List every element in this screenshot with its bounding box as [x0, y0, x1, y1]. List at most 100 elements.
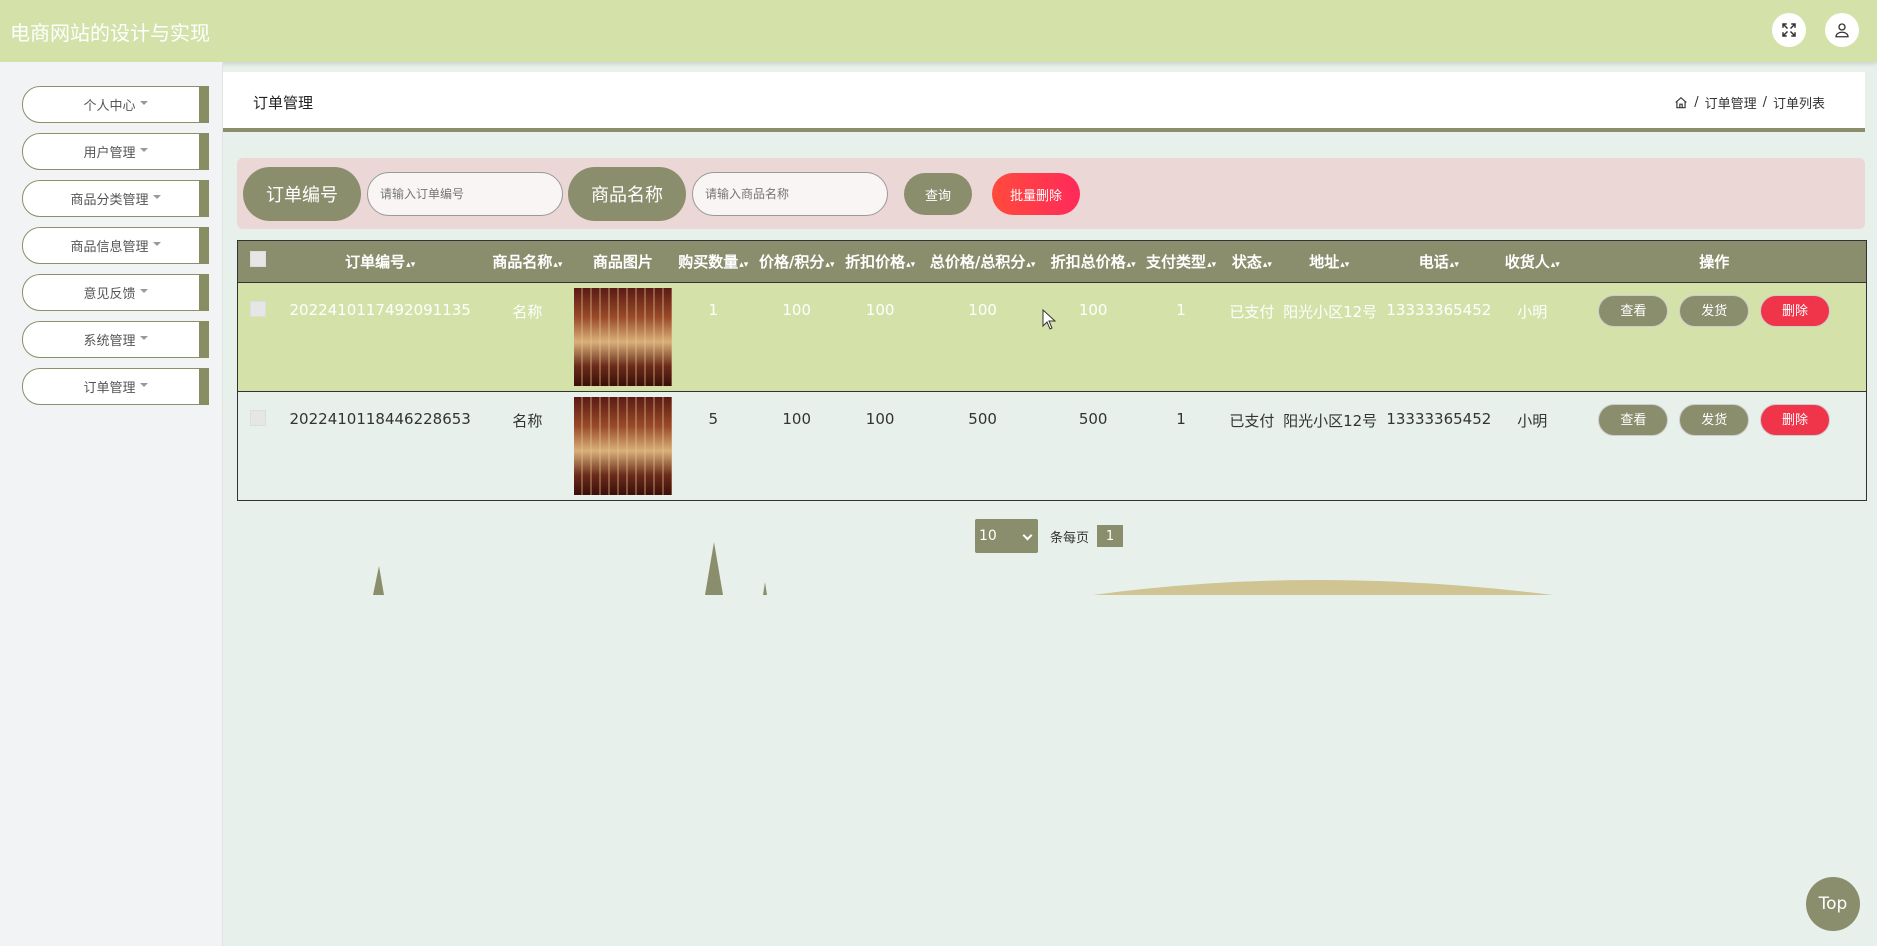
breadcrumb-separator: /: [1762, 95, 1767, 110]
address-cell: 阳光小区12号: [1283, 302, 1378, 321]
sort-icon[interactable]: ▴▾: [739, 260, 748, 270]
status-cell: 已支付: [1229, 302, 1275, 321]
column-header-discount-total[interactable]: 折扣总价格▴▾: [1045, 241, 1141, 282]
column-header-status[interactable]: 状态▴▾: [1221, 241, 1283, 282]
sidebar-item-category-management[interactable]: 商品分类管理: [22, 180, 209, 217]
discount-price-cell: 100: [865, 409, 895, 428]
sidebar-item-label: 商品信息管理: [70, 240, 149, 255]
page-header: 订单管理 / 订单管理 / 订单列表: [223, 72, 1865, 132]
query-button[interactable]: 查询: [904, 173, 972, 215]
batch-delete-button[interactable]: 批量删除: [992, 173, 1080, 215]
row-checkbox[interactable]: [250, 300, 267, 317]
status-cell: 已支付: [1229, 411, 1275, 430]
column-header-actions: 操作: [1699, 252, 1730, 271]
address-cell: 阳光小区12号: [1283, 411, 1378, 430]
row-select-cell: [238, 282, 278, 391]
ship-button[interactable]: 发货: [1679, 294, 1750, 327]
product-image-cell: [573, 282, 673, 391]
receiver-cell: 小明: [1517, 411, 1548, 430]
column-header-phone[interactable]: 电话▴▾: [1376, 241, 1503, 282]
column-header-product-image: 商品图片: [592, 252, 653, 271]
product-image[interactable]: [573, 287, 672, 386]
pay-type-cell: 1: [1176, 409, 1186, 428]
sidebar-item-label: 系统管理: [83, 334, 136, 349]
product-name-input[interactable]: [692, 172, 888, 216]
search-bar: 订单编号 商品名称 查询 批量删除: [237, 158, 1865, 229]
table-header-row: 订单编号▴▾ 商品名称▴▾ 商品图片 购买数量▴▾ 价格/积分▴▾ 折扣价格▴▾…: [238, 241, 1866, 282]
column-header-order-no[interactable]: 订单编号▴▾: [278, 241, 482, 282]
discount-total-cell: 500: [1078, 409, 1108, 428]
sort-icon[interactable]: ▴▾: [1450, 260, 1459, 270]
caret-down-icon: [139, 382, 148, 387]
sidebar-item-order-management[interactable]: 订单管理: [22, 368, 209, 405]
caret-down-icon: [152, 241, 161, 246]
sort-icon[interactable]: ▴▾: [406, 260, 415, 270]
sidebar: 个人中心 用户管理 商品分类管理 商品信息管理 意见反馈 系统管理 订单管理: [0, 62, 223, 946]
view-button[interactable]: 查看: [1598, 403, 1669, 436]
row-select-cell: [238, 391, 278, 500]
home-icon[interactable]: [1674, 96, 1688, 110]
discount-price-cell: 100: [865, 300, 895, 319]
sort-icon[interactable]: ▴▾: [1551, 260, 1560, 270]
column-header-discount-price[interactable]: 折扣价格▴▾: [840, 241, 920, 282]
total-cell: 100: [968, 300, 997, 319]
sidebar-item-label: 意见反馈: [83, 287, 136, 302]
total-cell: 500: [968, 409, 997, 428]
sort-icon[interactable]: ▴▾: [1207, 260, 1216, 270]
order-no-label: 订单编号: [243, 167, 361, 221]
order-no-cell: 2022410118446228653: [289, 409, 471, 428]
sort-icon[interactable]: ▴▾: [825, 260, 834, 270]
sidebar-item-label: 用户管理: [83, 146, 136, 161]
fullscreen-button[interactable]: [1772, 13, 1806, 47]
caret-down-icon: [152, 194, 161, 199]
sort-icon[interactable]: ▴▾: [906, 260, 915, 270]
caret-down-icon: [139, 147, 148, 152]
quantity-cell: 1: [708, 300, 719, 319]
fullscreen-icon: [1782, 23, 1796, 37]
product-image[interactable]: [573, 396, 672, 495]
receiver-cell: 小明: [1517, 302, 1548, 321]
sidebar-item-label: 订单管理: [83, 381, 136, 396]
select-all-checkbox[interactable]: [250, 251, 267, 268]
sidebar-item-feedback[interactable]: 意见反馈: [22, 274, 209, 311]
sort-icon[interactable]: ▴▾: [1263, 260, 1272, 270]
phone-cell: 13333365452: [1386, 409, 1492, 428]
row-checkbox[interactable]: [250, 409, 267, 426]
sort-icon[interactable]: ▴▾: [1127, 260, 1136, 270]
phone-cell: 13333365452: [1386, 300, 1492, 319]
price-cell: 100: [782, 300, 812, 319]
user-menu-button[interactable]: [1825, 13, 1859, 47]
sidebar-item-system-management[interactable]: 系统管理: [22, 321, 209, 358]
view-button[interactable]: 查看: [1598, 294, 1669, 327]
column-header-price[interactable]: 价格/积分▴▾: [754, 241, 840, 282]
caret-down-icon: [139, 100, 148, 105]
sidebar-item-personal-center[interactable]: 个人中心: [22, 86, 209, 123]
column-header-receiver[interactable]: 收货人▴▾: [1502, 241, 1562, 282]
caret-down-icon: [139, 335, 148, 340]
table-row[interactable]: 2022410117492091135 名称 1 100 100 100 100…: [238, 282, 1866, 391]
delete-button[interactable]: 删除: [1759, 403, 1830, 436]
order-no-input[interactable]: [367, 172, 563, 216]
column-header-pay-type[interactable]: 支付类型▴▾: [1141, 241, 1220, 282]
column-header-quantity[interactable]: 购买数量▴▾: [673, 241, 753, 282]
breadcrumb-separator: /: [1694, 95, 1699, 110]
column-header-product-name[interactable]: 商品名称▴▾: [482, 241, 572, 282]
sort-icon[interactable]: ▴▾: [1026, 260, 1035, 270]
breadcrumb-item-order-management[interactable]: 订单管理: [1705, 93, 1757, 112]
discount-total-cell: 100: [1078, 300, 1108, 319]
ship-button[interactable]: 发货: [1679, 403, 1750, 436]
product-image-cell: [573, 391, 673, 500]
sidebar-item-user-management[interactable]: 用户管理: [22, 133, 209, 170]
sort-icon[interactable]: ▴▾: [1340, 260, 1349, 270]
delete-button[interactable]: 删除: [1759, 294, 1830, 327]
column-header-total[interactable]: 总价格/总积分▴▾: [920, 241, 1045, 282]
column-header-address[interactable]: 地址▴▾: [1283, 241, 1375, 282]
sidebar-item-label: 商品分类管理: [70, 193, 149, 208]
sidebar-item-product-management[interactable]: 商品信息管理: [22, 227, 209, 264]
table-row[interactable]: 2022410118446228653 名称 5 100 100 500 500…: [238, 391, 1866, 500]
back-to-top-button[interactable]: Top: [1806, 877, 1860, 931]
order-no-cell: 2022410117492091135: [289, 300, 471, 319]
page-title: 订单管理: [253, 94, 314, 112]
sort-icon[interactable]: ▴▾: [553, 260, 562, 270]
pay-type-cell: 1: [1176, 300, 1186, 319]
